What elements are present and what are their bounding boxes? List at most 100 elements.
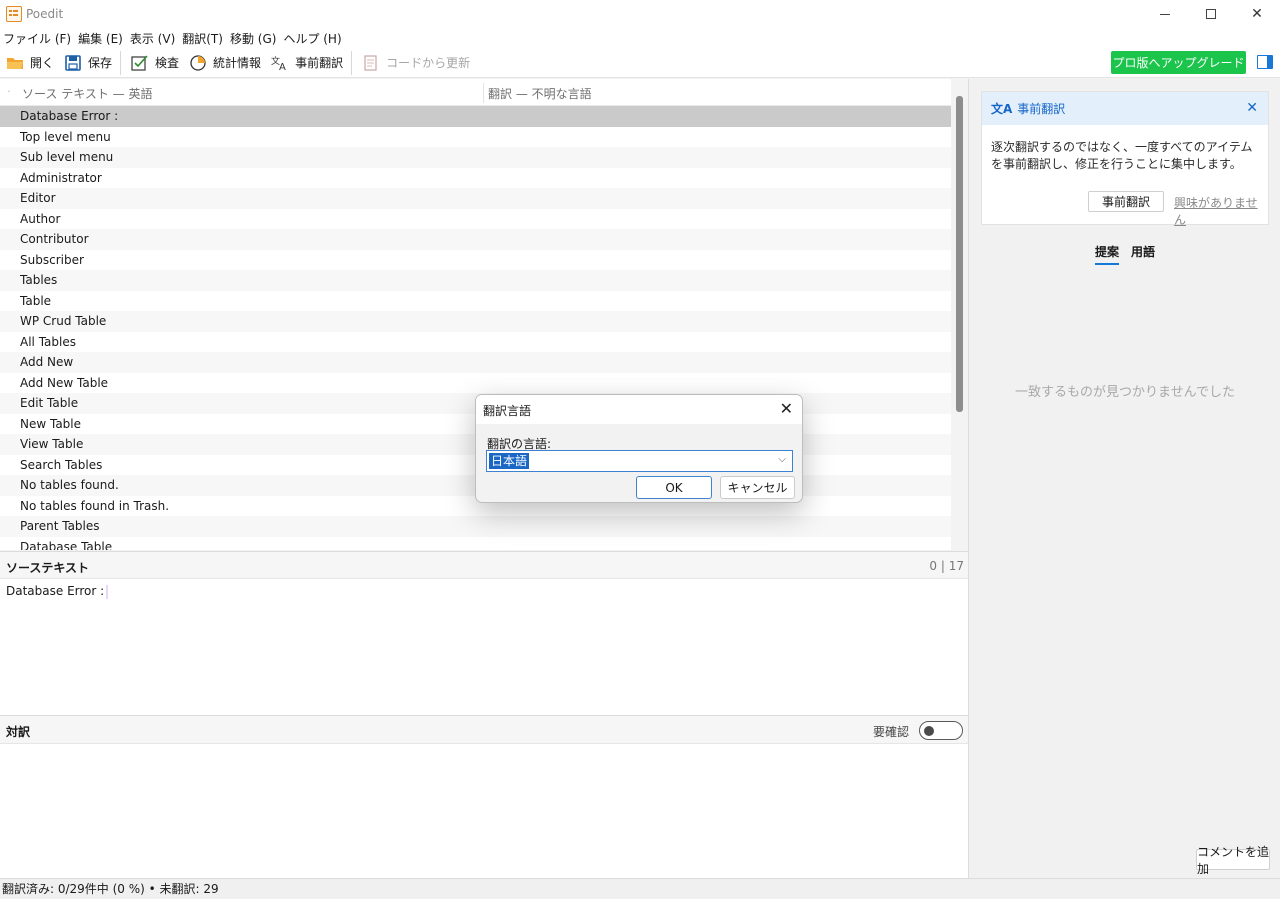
folder-open-icon xyxy=(6,54,24,72)
list-row[interactable]: Editor xyxy=(0,188,951,209)
close-icon[interactable]: ✕ xyxy=(1246,100,1258,116)
char-count: 0 | 17 xyxy=(929,559,964,573)
sidebar-toggle-icon[interactable] xyxy=(1257,55,1273,69)
cancel-button[interactable]: キャンセル xyxy=(720,476,795,499)
menu-file[interactable]: ファイル (F) xyxy=(0,30,75,47)
pie-chart-icon xyxy=(189,54,207,72)
pretranslate-card: 文A 事前翻訳 ✕ 逐次翻訳するのではなく、一度すべてのアイテムを事前翻訳し、修… xyxy=(981,91,1269,228)
needs-review-label: 要確認 xyxy=(873,725,910,739)
checkbox-check-icon xyxy=(131,54,149,72)
list-row[interactable]: Add New Table xyxy=(0,373,951,394)
translation-header: 対訳 要確認 xyxy=(0,715,968,744)
source-column-header[interactable]: ソース テキスト — 英語 xyxy=(22,85,152,102)
add-comment-button[interactable]: コメントを追加 xyxy=(1196,845,1270,876)
not-interested-link[interactable]: 興味がありません xyxy=(1174,194,1268,228)
menu-help[interactable]: ヘルプ (H) xyxy=(280,30,345,47)
list-row[interactable]: Table xyxy=(0,291,951,312)
menu-edit[interactable]: 編集 (E) xyxy=(75,30,127,47)
status-text: 翻訳済み: 0/29件中 (0 %) • 未翻訳: 29 xyxy=(2,882,219,896)
list-row[interactable]: All Tables xyxy=(0,332,951,353)
source-text-title: ソーステキスト xyxy=(6,561,90,575)
save-label: 保存 xyxy=(88,56,113,70)
validate-label: 検査 xyxy=(155,56,180,70)
list-row[interactable]: Administrator xyxy=(0,168,951,189)
toggle-knob xyxy=(924,725,934,736)
pretranslate-card-button[interactable]: 事前翻訳 xyxy=(1088,191,1164,212)
close-window-button[interactable]: ✕ xyxy=(1234,0,1280,28)
source-text-content: Database Error : xyxy=(6,584,105,598)
no-matches-message: 一致するものが見つかりませんでした xyxy=(1015,385,1235,400)
sidebar: 文A 事前翻訳 ✕ 逐次翻訳するのではなく、一度すべてのアイテムを事前翻訳し、修… xyxy=(968,79,1280,878)
menu-go[interactable]: 移動 (G) xyxy=(227,30,280,47)
menu-translation[interactable]: 翻訳(T) xyxy=(179,30,227,47)
ok-button[interactable]: OK xyxy=(636,476,712,499)
svg-text:A: A xyxy=(279,62,286,71)
tab-glossary[interactable]: 用語 xyxy=(1131,243,1155,265)
update-code-icon xyxy=(362,54,380,72)
statistics-button[interactable]: 統計情報 xyxy=(185,50,265,76)
list-row[interactable]: Top level menu xyxy=(0,127,951,148)
toolbar: 開く 保存 検査 統計情報 文A 事前翻訳 コードから更新 プロ版へアップグレー… xyxy=(0,48,1280,78)
open-button[interactable]: 開く xyxy=(2,50,58,76)
list-row[interactable]: Sub level menu xyxy=(0,147,951,168)
list-row[interactable]: Database Table xyxy=(0,537,951,551)
save-disk-icon xyxy=(64,54,82,72)
list-row[interactable]: Add New xyxy=(0,352,951,373)
dialog-titlebar: 翻訳言語 ✕ xyxy=(476,395,802,424)
save-button[interactable]: 保存 xyxy=(60,50,116,76)
maximize-icon xyxy=(1206,9,1216,19)
tab-suggestions[interactable]: 提案 xyxy=(1095,243,1120,265)
pretranslate-description: 逐次翻訳するのではなく、一度すべてのアイテムを事前翻訳し、修正を行うことに集中し… xyxy=(991,140,1253,171)
list-header: · ソース テキスト — 英語 翻訳 — 不明な言語 xyxy=(0,79,968,106)
pretranslate-label: 事前翻訳 xyxy=(295,56,344,70)
needs-review-toggle[interactable] xyxy=(919,721,963,740)
window-title: Poedit xyxy=(26,7,64,21)
list-row[interactable]: Subscriber xyxy=(0,250,951,271)
minimize-icon xyxy=(1160,13,1170,15)
language-select-value: 日本語 xyxy=(489,453,530,469)
source-text-header: ソーステキスト 0 | 17 xyxy=(0,551,968,579)
language-select[interactable]: 日本語 ⌵ xyxy=(486,450,793,472)
maximize-button[interactable] xyxy=(1188,0,1234,28)
language-dialog: 翻訳言語 ✕ 翻訳の言語: 日本語 ⌵ OK キャンセル xyxy=(475,394,803,503)
translation-title: 対訳 xyxy=(6,725,31,739)
list-row[interactable]: Parent Tables xyxy=(0,516,951,537)
list-scrollbar-thumb[interactable] xyxy=(956,96,963,412)
column-divider[interactable] xyxy=(483,83,484,103)
upgrade-pro-button[interactable]: プロ版へアップグレード xyxy=(1111,51,1246,74)
status-column-header[interactable]: · xyxy=(0,87,18,98)
statistics-label: 統計情報 xyxy=(213,56,262,70)
list-scrollbar[interactable] xyxy=(951,79,968,550)
source-text-value: Database Error : xyxy=(6,584,109,599)
menu-view[interactable]: 表示 (V) xyxy=(127,30,179,47)
toolbar-separator xyxy=(351,50,353,75)
translate-icon: 文A xyxy=(271,54,289,72)
translation-input[interactable] xyxy=(0,744,968,878)
translation-column-header[interactable]: 翻訳 — 不明な言語 xyxy=(488,85,592,102)
sidebar-tabs: 提案 用語 xyxy=(1095,243,1167,265)
window-controls: ✕ xyxy=(1142,0,1280,28)
close-icon: ✕ xyxy=(1251,6,1263,22)
title-bar: Poedit ✕ xyxy=(0,0,1280,28)
minimize-button[interactable] xyxy=(1142,0,1188,28)
update-from-code-button[interactable]: コードから更新 xyxy=(358,50,474,76)
list-row[interactable]: WP Crud Table xyxy=(0,311,951,332)
list-row[interactable]: Contributor xyxy=(0,229,951,250)
translate-icon: 文A xyxy=(991,102,1013,116)
text-cursor xyxy=(106,584,109,599)
source-text-area[interactable]: Database Error : xyxy=(0,579,968,715)
list-row-selected[interactable]: Database Error : xyxy=(0,106,951,127)
chevron-down-icon: ⌵ xyxy=(778,454,786,465)
toolbar-separator xyxy=(120,50,122,75)
pretranslate-card-title: 事前翻訳 xyxy=(1017,102,1066,116)
validate-button[interactable]: 検査 xyxy=(127,50,183,76)
list-row[interactable]: Author xyxy=(0,209,951,230)
dialog-title: 翻訳言語 xyxy=(483,404,532,418)
menu-bar: ファイル (F) 編集 (E) 表示 (V) 翻訳(T) 移動 (G) ヘルプ … xyxy=(0,28,1280,48)
update-from-code-label: コードから更新 xyxy=(386,56,471,70)
open-label: 開く xyxy=(30,56,55,70)
pretranslate-button[interactable]: 文A 事前翻訳 xyxy=(267,50,347,76)
list-row[interactable]: Tables xyxy=(0,270,951,291)
close-icon[interactable]: ✕ xyxy=(780,399,793,418)
status-bar: 翻訳済み: 0/29件中 (0 %) • 未翻訳: 29 xyxy=(0,878,1280,899)
